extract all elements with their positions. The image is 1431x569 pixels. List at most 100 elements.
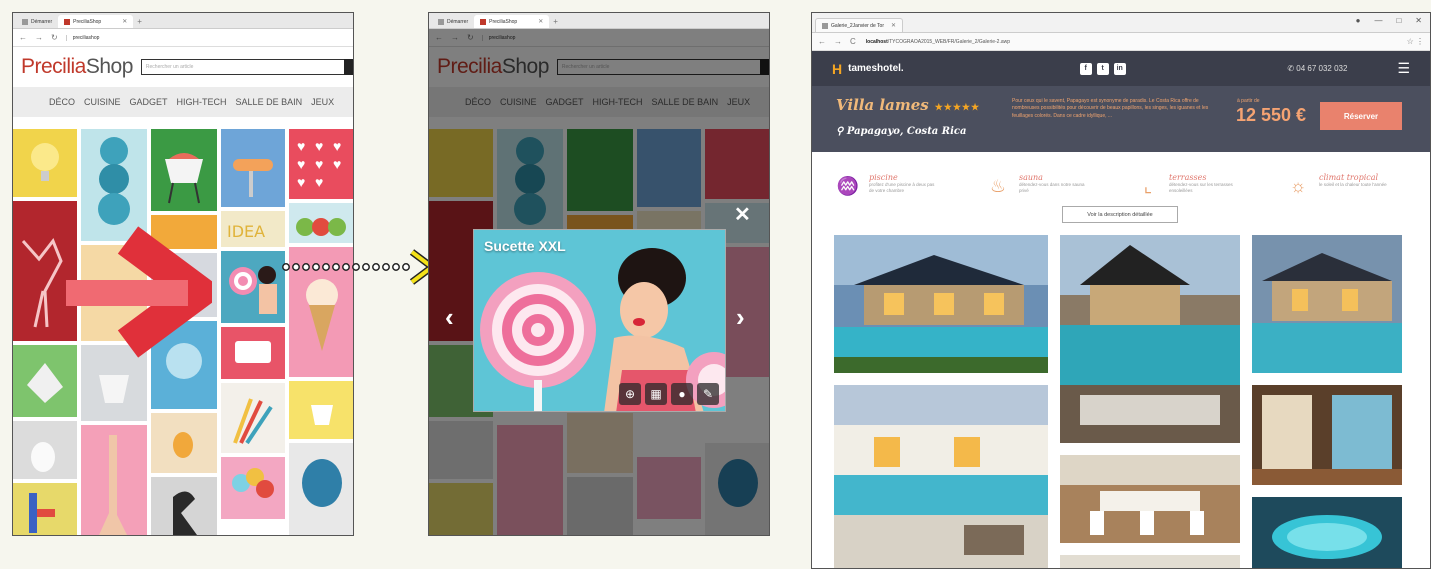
product-tile[interactable] [151,413,217,473]
villa-title: Villa lames ★★★★★ [836,96,980,114]
tab-label: PreciliaShop [489,18,518,25]
gallery-photo[interactable] [1060,455,1240,543]
feature-terrasses: ⌞ terrasses détendez-vous sur les terrass… [1135,173,1239,199]
shop-header: PreciliaShop Rechercher un article [13,47,353,87]
svg-text:♥: ♥ [315,174,323,190]
menu-item-cuisine[interactable]: CUISINE [84,97,121,107]
back-icon[interactable]: ← [818,37,826,46]
menu-item-deco[interactable]: DÉCO [49,97,75,107]
logo-part-2: Shop [85,55,134,78]
gallery-photo[interactable] [1060,555,1240,568]
maximize-icon[interactable]: □ [1396,16,1401,25]
svg-text:♥: ♥ [297,174,305,190]
minimize-icon[interactable]: — [1374,16,1382,25]
brand-name: tameshotel. [848,63,904,74]
product-tile[interactable]: IDEA [221,211,285,247]
product-tile[interactable] [221,457,285,519]
tab-preciliashop[interactable]: PreciliaShop ✕ [58,15,134,28]
refresh-icon[interactable]: C [850,37,856,46]
url-field[interactable]: preciliashop [65,34,99,41]
product-tile[interactable] [151,129,217,211]
user-icon[interactable]: ● [671,383,693,405]
product-tile[interactable] [13,129,77,197]
zoom-in-icon[interactable]: ⊕ [619,383,641,405]
gallery-photo[interactable] [1060,235,1240,443]
product-tile[interactable] [13,421,77,479]
gallery-photo[interactable] [1252,235,1402,373]
page-icon [438,18,444,25]
product-tile[interactable] [221,129,285,207]
product-tile[interactable] [289,381,353,439]
menu-item-jeux[interactable]: JEUX [311,97,334,107]
facebook-icon[interactable]: f [1079,62,1092,75]
svg-text:♥: ♥ [297,138,305,154]
profile-icon[interactable]: ● [1356,16,1361,25]
feature-subtitle: détendez-vous sur les terrasses ensoleil… [1169,182,1233,194]
tab-bar: Démarrer PreciliaShop ✕ + [429,13,769,29]
lightbox-title: Sucette XXL [484,238,566,254]
product-tile[interactable] [221,383,285,453]
tab-galerie[interactable]: Galerie_2Janvier de Tor ✕ [815,18,904,32]
close-icon[interactable]: ✕ [734,202,751,227]
next-arrow-icon[interactable]: › [736,302,745,333]
menu-item-gadget[interactable]: GADGET [130,97,168,107]
product-tile[interactable] [13,483,77,535]
sauna-icon: ♨ [989,175,1007,196]
gallery-photo[interactable] [834,235,1048,373]
gallery-photo[interactable] [1252,497,1402,568]
back-icon[interactable]: ← [19,33,27,42]
sun-icon: ☼ [1289,175,1307,196]
product-tile[interactable] [151,477,217,535]
url-field[interactable]: localhost/TYCOGRAOA2015_WEB/FR/Galerie_2… [864,39,1010,45]
twitter-icon[interactable]: t [1096,62,1109,75]
url-host: localhost [865,38,888,45]
refresh-icon[interactable]: ↻ [51,33,58,42]
tab-start[interactable]: Démarrer [432,15,474,28]
phone-number[interactable]: ✆ 04 67 032 032 [1287,64,1347,73]
url-path: /TYCOGRAOA2015_WEB/FR/Galerie_2/Galerie-… [887,38,1011,45]
svg-text:♥: ♥ [297,156,305,172]
tab-start[interactable]: Démarrer [16,15,58,28]
new-tab-icon[interactable]: + [137,17,142,28]
new-tab-icon[interactable]: + [553,17,558,28]
previous-arrow-icon[interactable]: ‹ [445,302,454,333]
page-icon [822,22,828,29]
window-controls: ● — □ ✕ [1356,16,1430,30]
instagram-icon[interactable]: in [1113,62,1126,75]
gallery-photo[interactable] [1252,385,1402,485]
product-tile[interactable] [81,425,147,535]
villa-name: Villa lames [836,96,929,114]
gallery-photo[interactable] [834,385,1048,568]
product-tile[interactable] [221,327,285,379]
close-tab-icon[interactable]: ✕ [538,18,543,25]
search-input[interactable]: Rechercher un article [140,59,353,75]
shop-logo[interactable]: PreciliaShop [21,55,133,79]
svg-text:♥: ♥ [315,138,323,154]
menu-item-salle-de-bain[interactable]: SALLE DE BAIN [236,97,303,107]
social-links: f t in [1079,62,1126,75]
lightbox-image[interactable]: Sucette XXL ⊕ ▦ ● ✎ [473,229,726,412]
bookmark-icon[interactable]: ☆ ⋮ [1407,37,1424,46]
price-from-label: à partir de [1237,98,1260,104]
favicon-icon [480,18,487,25]
forward-icon[interactable]: → [35,33,43,42]
close-window-icon[interactable]: ✕ [1415,16,1422,25]
tab-preciliashop[interactable]: PreciliaShop ✕ [474,15,550,28]
menu-item-high-tech[interactable]: HIGH-TECH [177,97,227,107]
close-tab-icon[interactable]: ✕ [891,22,896,29]
product-tile-sucette[interactable] [221,251,285,323]
hamburger-menu-icon[interactable]: ☰ [1397,60,1410,77]
grid-icon[interactable]: ▦ [645,383,667,405]
forward-icon[interactable]: → [834,37,842,46]
product-tile[interactable]: ♥ ♥ ♥ ♥ ♥ ♥ ♥ ♥ [289,129,353,199]
tab-label: Démarrer [447,18,469,25]
lightbox-toolbar: ⊕ ▦ ● ✎ [619,383,719,405]
product-tile[interactable] [289,203,353,243]
detail-description-button[interactable]: Voir la description détaillée [1062,206,1178,223]
feature-title: terrasses [1169,173,1207,182]
product-tile[interactable] [289,443,353,535]
book-button[interactable]: Réserver [1320,102,1402,130]
edit-icon[interactable]: ✎ [697,383,719,405]
close-tab-icon[interactable]: ✕ [122,18,127,25]
hotel-logo[interactable]: H tameshotel. [832,61,904,77]
